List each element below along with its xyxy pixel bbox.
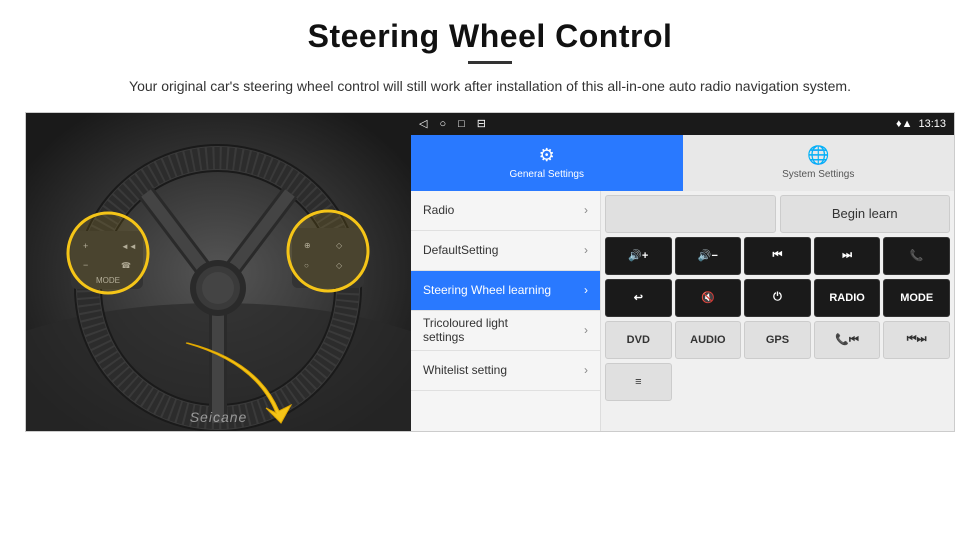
next-track-btn[interactable]: ⏭ <box>814 237 881 275</box>
radio-btn[interactable]: RADIO <box>814 279 881 317</box>
status-bar-right: ♦▲ 13:13 <box>896 118 946 130</box>
btn-row-1: 🔊+ 🔊− ⏮ ⏭ 📞 <box>605 237 950 275</box>
back-icon: ◁ <box>419 117 427 130</box>
menu-icon-btn[interactable]: ≡ <box>605 363 672 401</box>
menu-item-tricoloured[interactable]: Tricoloured light settings › <box>411 311 600 351</box>
chevron-icon: › <box>584 243 588 257</box>
screenshot-container: + ◄◄ − ☎ MODE ⊕ ◇ ○ ◇ <box>25 112 955 432</box>
status-bar-nav: ◁ ○ □ ⊟ <box>419 117 486 130</box>
main-content: Radio › DefaultSetting › Steering Wheel … <box>411 191 954 432</box>
menu-item-steering-wheel[interactable]: Steering Wheel learning › <box>411 271 600 311</box>
recents-icon: □ <box>458 118 465 130</box>
phone-icon: 📞 <box>910 249 924 262</box>
menu-steering-label: Steering Wheel learning <box>423 283 551 297</box>
tab-bar: ⚙ General Settings 🌐 System Settings <box>411 135 954 191</box>
page-title: Steering Wheel Control <box>308 18 673 55</box>
vol-up-icon: 🔊+ <box>628 249 648 262</box>
controls-panel: Begin learn 🔊+ 🔊− ⏮ <box>601 191 954 432</box>
empty-input-box <box>605 195 776 233</box>
mute-icon: 🔇 <box>701 291 715 304</box>
power-btn[interactable]: ⏻ <box>744 279 811 317</box>
chevron-icon: › <box>584 283 588 297</box>
gps-label: GPS <box>766 334 789 346</box>
menu-item-default-setting[interactable]: DefaultSetting › <box>411 231 600 271</box>
power-icon: ⏻ <box>773 291 782 304</box>
globe-icon: 🌐 <box>807 145 829 166</box>
signal-icon: ♦▲ <box>896 118 913 130</box>
audio-btn[interactable]: AUDIO <box>675 321 742 359</box>
menu-panel: Radio › DefaultSetting › Steering Wheel … <box>411 191 601 432</box>
dvd-label: DVD <box>627 334 650 346</box>
radio-label: RADIO <box>829 292 864 304</box>
tab-general-settings[interactable]: ⚙ General Settings <box>411 135 683 191</box>
menu-tricoloured-text: Tricoloured light settings <box>423 316 584 345</box>
steering-wheel-image: + ◄◄ − ☎ MODE ⊕ ◇ ○ ◇ <box>26 113 411 432</box>
prev-track-btn[interactable]: ⏮ <box>744 237 811 275</box>
return-btn[interactable]: ↩ <box>605 279 672 317</box>
android-ui-panel: ◁ ○ □ ⊟ ♦▲ 13:13 ⚙ General Settings 🌐 <box>411 113 954 432</box>
prev-next-btn[interactable]: ⏮⏭ <box>883 321 950 359</box>
controls-row-top: Begin learn <box>605 195 950 233</box>
title-divider <box>468 61 512 64</box>
vol-down-icon: 🔊− <box>698 249 718 262</box>
steering-wheel-svg: + ◄◄ − ☎ MODE ⊕ ◇ ○ ◇ <box>26 113 411 432</box>
prev-next-icon: ⏮⏭ <box>907 333 927 346</box>
time-display: 13:13 <box>918 118 946 130</box>
mute-btn[interactable]: 🔇 <box>675 279 742 317</box>
next-icon: ⏭ <box>842 249 852 262</box>
begin-learn-button[interactable]: Begin learn <box>780 195 951 233</box>
phone-prev-icon: 📞⏮ <box>835 333 859 347</box>
page-container: Steering Wheel Control Your original car… <box>0 0 980 546</box>
tab-general-label: General Settings <box>510 169 585 180</box>
vol-down-btn[interactable]: 🔊− <box>675 237 742 275</box>
mode-btn[interactable]: MODE <box>883 279 950 317</box>
phone-btn[interactable]: 📞 <box>883 237 950 275</box>
btn-row-4: ≡ <box>605 363 950 401</box>
home-icon: ○ <box>439 118 446 130</box>
page-subtitle: Your original car's steering wheel contr… <box>129 76 851 98</box>
audio-label: AUDIO <box>690 334 725 346</box>
prev-icon: ⏮ <box>773 249 783 262</box>
menu-whitelist-label: Whitelist setting <box>423 363 507 377</box>
return-icon: ↩ <box>634 291 643 304</box>
screenshot-icon: ⊟ <box>477 117 486 130</box>
tab-system-settings[interactable]: 🌐 System Settings <box>683 135 955 191</box>
chevron-icon: › <box>584 363 588 377</box>
hamburger-icon: ≡ <box>635 376 641 388</box>
menu-tricoloured-line1: Tricoloured light <box>423 316 584 330</box>
gear-icon: ⚙ <box>539 145 555 166</box>
menu-tricoloured-line2: settings <box>423 330 584 344</box>
tab-system-label: System Settings <box>782 169 854 180</box>
dvd-btn[interactable]: DVD <box>605 321 672 359</box>
vol-up-btn[interactable]: 🔊+ <box>605 237 672 275</box>
chevron-icon: › <box>584 323 588 337</box>
phone-prev-btn[interactable]: 📞⏮ <box>814 321 881 359</box>
steering-wheel-panel: + ◄◄ − ☎ MODE ⊕ ◇ ○ ◇ <box>26 113 411 432</box>
watermark: Seicane <box>190 409 248 425</box>
menu-item-whitelist[interactable]: Whitelist setting › <box>411 351 600 391</box>
gps-btn[interactable]: GPS <box>744 321 811 359</box>
mode-label: MODE <box>900 292 933 304</box>
btn-row-2: ↩ 🔇 ⏻ RADIO MODE <box>605 279 950 317</box>
btn-row-3: DVD AUDIO GPS 📞⏮ ⏮⏭ <box>605 321 950 359</box>
menu-default-label: DefaultSetting <box>423 243 498 257</box>
status-bar: ◁ ○ □ ⊟ ♦▲ 13:13 <box>411 113 954 135</box>
menu-radio-label: Radio <box>423 203 454 217</box>
menu-item-radio[interactable]: Radio › <box>411 191 600 231</box>
chevron-icon: › <box>584 203 588 217</box>
